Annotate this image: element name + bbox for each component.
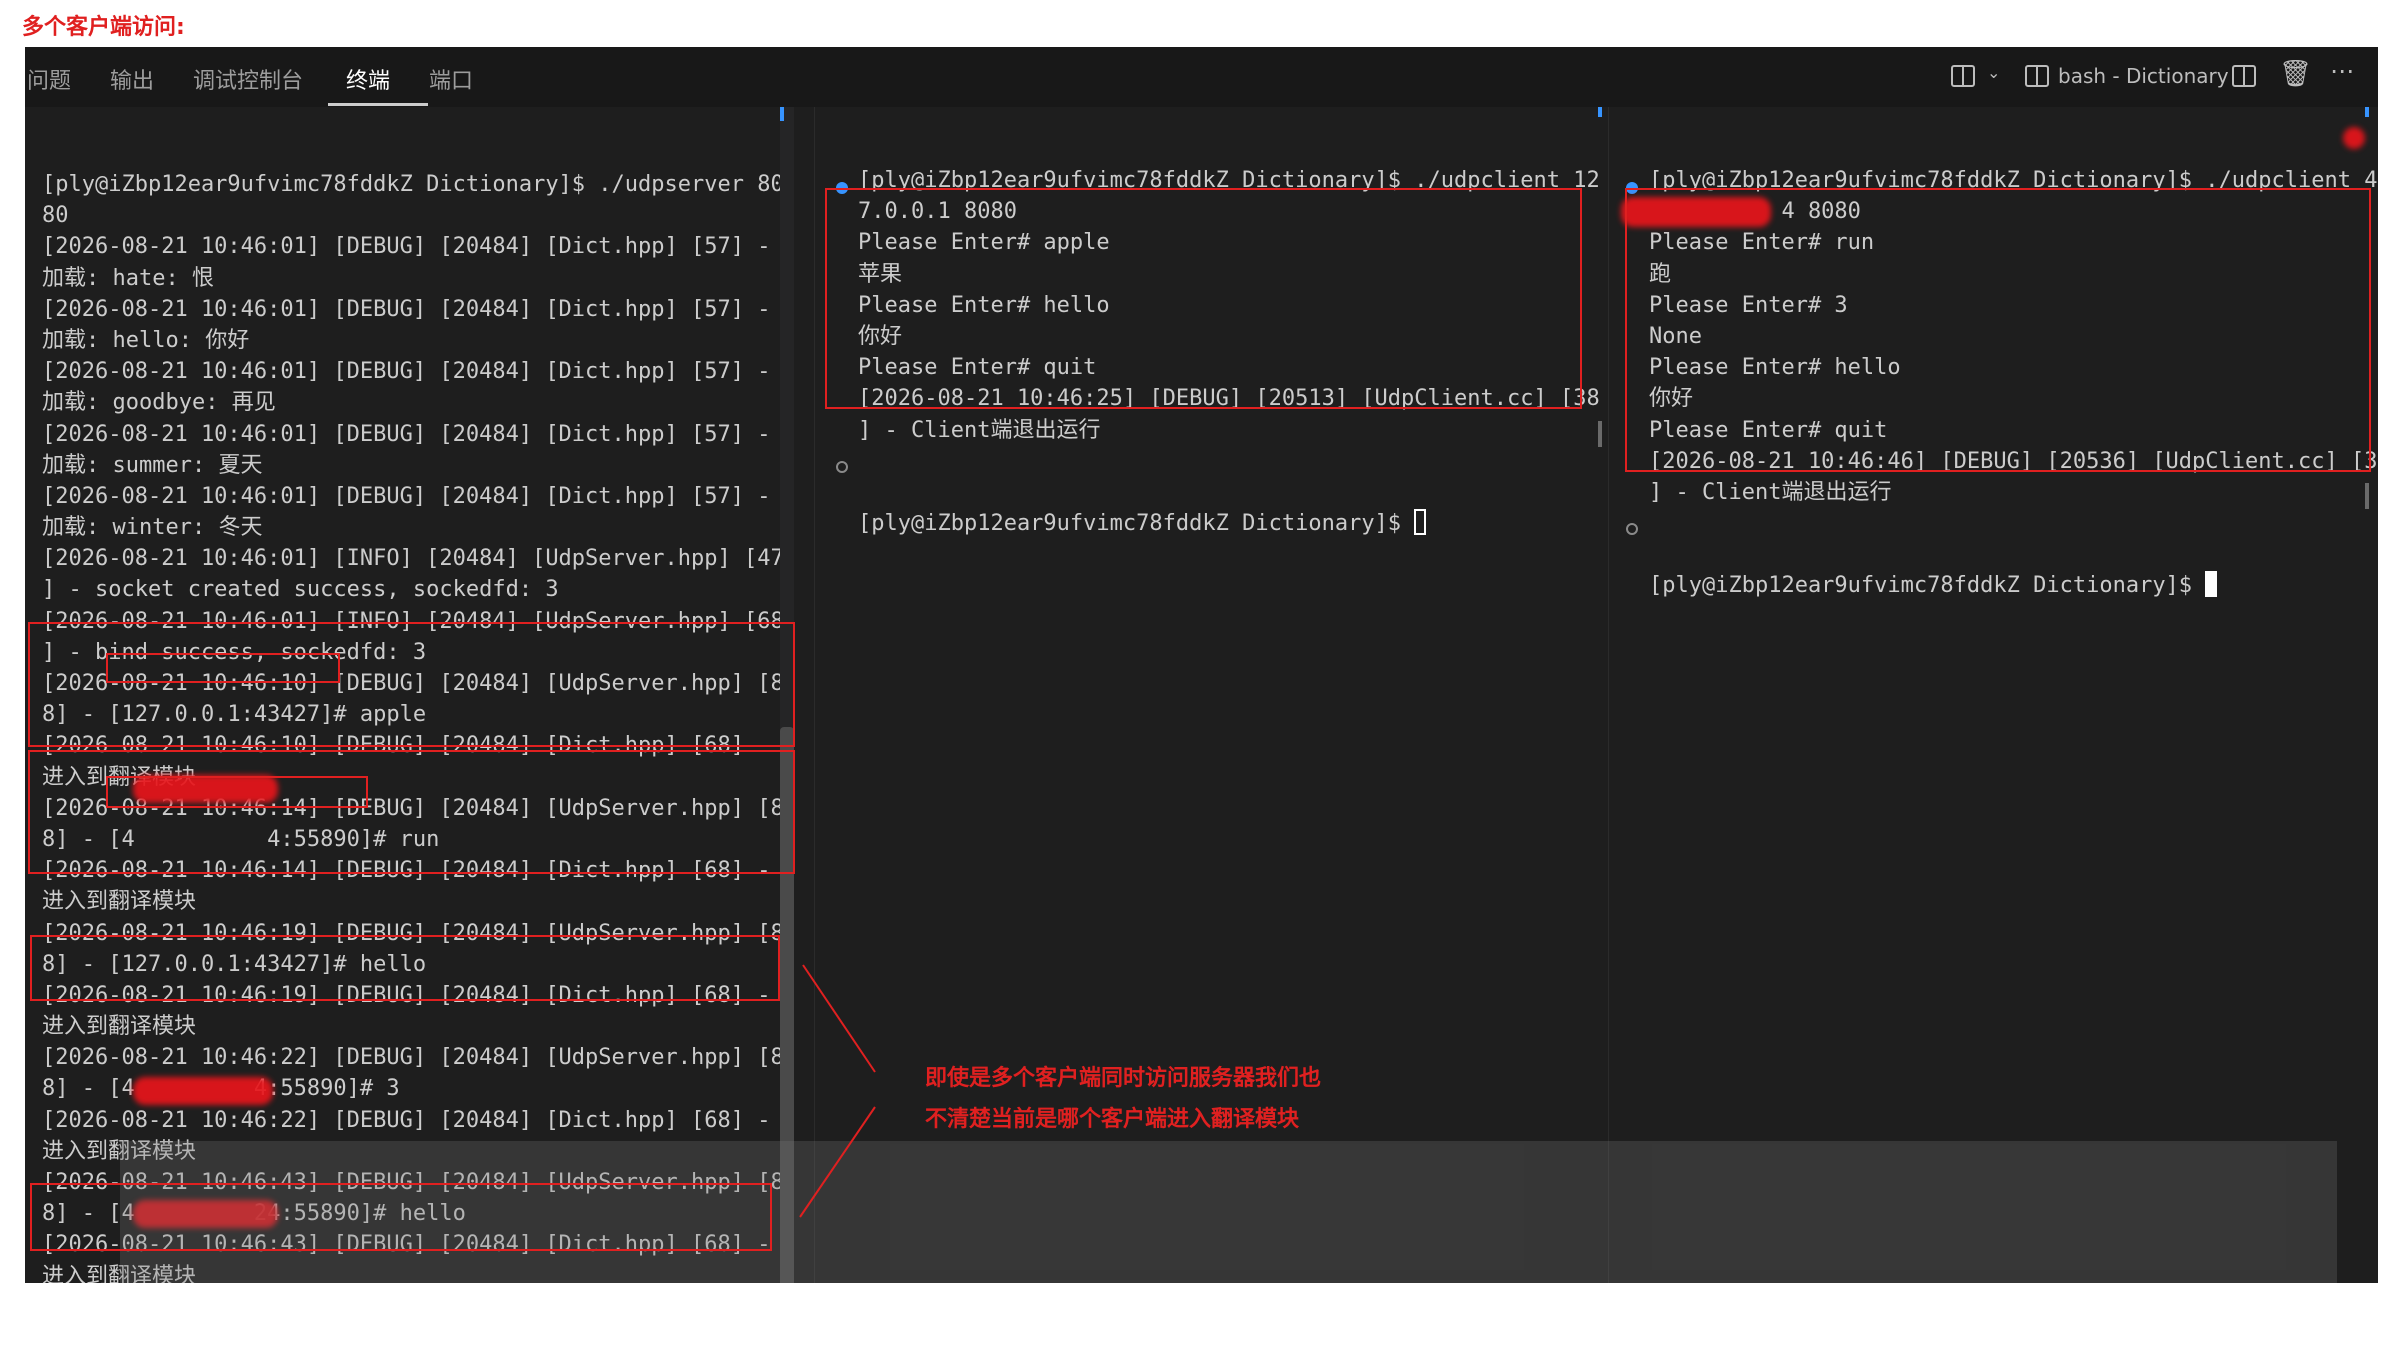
terminal-line: ] - bind success, sockedfd: 3 [42,639,427,665]
terminal-line: 加载: hate: 恨 [42,265,214,291]
terminal-line: 你好 [1649,386,1694,412]
tab-problems[interactable]: 问题 [27,63,71,95]
terminal-line: 7.0.0.1 8080 [858,199,1017,225]
tab-ports[interactable]: 端口 [429,63,473,95]
page-caption: 多个客户端访问: [22,15,185,40]
terminal-line: [2026-08-21 10:46:19] [DEBUG] [20484] [U… [42,920,784,946]
terminal-line: ] - Client端退出运行 [1649,479,1892,505]
terminal-line: [2026-08-21 10:46:14] [DEBUG] [20484] [D… [42,858,771,884]
terminal-line: Please Enter# quit [858,355,1097,381]
client2-prompt-line: [ply@iZbp12ear9ufvimc78fddkZ Dictionary]… [1649,508,2218,664]
terminal-line: [ply@iZbp12ear9ufvimc78fddkZ Dictionary]… [858,168,1600,193]
server-scroll-marker [780,107,784,121]
terminal-line: [2026-08-21 10:46:01] [DEBUG] [20484] [D… [42,483,771,509]
terminal-line: Please Enter# apple [858,230,1110,256]
terminal-line: ] - Client端退出运行 [858,417,1101,443]
client1-prompt-line: [ply@iZbp12ear9ufvimc78fddkZ Dictionary]… [858,446,1427,602]
terminal-line: [2026-08-21 10:46:22] [DEBUG] [20484] [D… [42,1107,771,1133]
terminal-line: 加载: hello: 你好 [42,327,250,353]
terminal-line: [2026-08-21 10:46:01] [INFO] [20484] [Ud… [42,546,784,572]
more-icon[interactable]: ⋯ [2330,57,2354,85]
terminal-line: [2026-08-21 10:46:10] [DEBUG] [20484] [D… [42,733,771,759]
terminal-tab-icon [2025,65,2049,87]
chevron-down-icon[interactable]: ⌄ [1987,63,2000,82]
terminal-line: Please Enter# hello [858,292,1110,318]
terminal-line: [2026-08-21 10:46:10] [DEBUG] [20484] [U… [42,671,784,696]
terminal-line: ] - socket created success, sockedfd: 3 [42,577,559,603]
terminal-line: [ply@iZbp12ear9ufvimc78fddkZ Dictionary]… [42,172,784,197]
tab-debug-console[interactable]: 调试控制台 [193,63,303,95]
tab-output[interactable]: 输出 [110,63,154,95]
redaction-mark [2343,127,2365,149]
terminal-line: [2026-08-21 10:46:01] [DEBUG] [20484] [D… [42,234,771,260]
terminal-line: [2026-08-21 10:46:22] [DEBUG] [20484] [U… [42,1045,784,1071]
redaction-mark [133,775,278,803]
split-terminal-icon[interactable] [2232,65,2256,87]
server-output: [ply@iZbp12ear9ufvimc78fddkZ Dictionary]… [42,169,784,1283]
terminal-line: [2026-08-21 10:46:01] [DEBUG] [20484] [D… [42,359,771,385]
terminal-line: [2026-08-21 10:46:19] [DEBUG] [20484] [D… [42,982,771,1008]
terminal-line: 加载: winter: 冬天 [42,515,263,541]
client1-scrollbar[interactable] [1598,421,1602,447]
terminal-line: 8] - [4 4:55890]# run [42,826,440,852]
trash-icon[interactable]: 🗑 [2279,59,2312,89]
terminal-title[interactable]: bash - Dictionary [2058,64,2229,88]
terminal-line: Please Enter# run [1649,230,1875,256]
terminal-line: [2026-08-21 10:46:01] [DEBUG] [20484] [D… [42,421,771,447]
terminal-line: 加载: goodbye: 再见 [42,390,276,416]
redaction-mark [1621,197,1771,227]
client2-terminal-pane[interactable]: [ply@iZbp12ear9ufvimc78fddkZ Dictionary]… [1609,107,2378,1283]
command-success-dot-icon[interactable] [1626,182,1638,194]
terminal-line: 80 [42,203,69,229]
terminal-line: 进入到翻译模块 [42,1014,197,1040]
server-terminal-pane[interactable]: [ply@iZbp12ear9ufvimc78fddkZ Dictionary]… [25,107,795,1283]
client1-output: [ply@iZbp12ear9ufvimc78fddkZ Dictionary]… [858,165,1600,446]
terminal-line: 加载: summer: 夏天 [42,452,263,478]
client2-scrollbar[interactable] [2365,483,2369,509]
terminal-line: [ply@iZbp12ear9ufvimc78fddkZ Dictionary]… [1649,168,2378,193]
command-success-dot-icon[interactable] [836,182,848,194]
terminal-line: Please Enter# quit [1649,417,1888,443]
client1-scroll-marker [1598,107,1602,117]
overlay-band [120,1141,2337,1283]
terminal-line: [2026-08-21 10:46:46] [DEBUG] [20536] [U… [1649,448,2378,474]
client2-prompt: [ply@iZbp12ear9ufvimc78fddkZ Dictionary]… [1649,573,2206,599]
redaction-mark [133,1077,273,1105]
active-tab-indicator [328,103,428,106]
command-idle-dot-icon[interactable] [836,461,848,473]
terminal-line: 跑 [1649,261,1672,287]
layout-icon[interactable] [1951,65,1975,87]
command-idle-dot-icon[interactable] [1626,523,1638,535]
terminal-line: Please Enter# 3 [1649,292,1848,318]
terminal-line: 你好 [858,323,903,349]
terminal-line: [2026-08-21 10:46:25] [DEBUG] [20513] [U… [858,386,1600,412]
terminal-line: 8] - [127.0.0.1:43427]# hello [42,951,427,977]
client1-prompt: [ply@iZbp12ear9ufvimc78fddkZ Dictionary]… [858,511,1415,537]
terminal-line: 苹果 [858,261,903,287]
terminal-cursor [1414,509,1427,536]
annotation-line-2: 不清楚当前是哪个客户端进入翻译模块 [925,1107,1300,1132]
terminal-line: Please Enter# hello [1649,355,1901,381]
terminal-line: None [1649,323,1702,349]
vscode-panel: 问题 输出 调试控制台 终端 端口 ⌄ bash - Dictionary 🗑 … [25,47,2378,1283]
terminal-line: [2026-08-21 10:46:01] [INFO] [20484] [Ud… [42,608,784,634]
terminal-line: 8] - [127.0.0.1:43427]# apple [42,702,427,728]
annotation-line-1: 即使是多个客户端同时访问服务器我们也 [925,1066,1322,1091]
panel-tabbar: 问题 输出 调试控制台 终端 端口 ⌄ bash - Dictionary 🗑 … [25,47,2378,107]
terminal-line: [2026-08-21 10:46:01] [DEBUG] [20484] [D… [42,296,771,322]
tab-terminal[interactable]: 终端 [346,63,390,95]
terminal-line: 进入到翻译模块 [42,889,197,915]
terminal-cursor [2205,571,2218,598]
client2-scroll-marker [2365,107,2369,117]
